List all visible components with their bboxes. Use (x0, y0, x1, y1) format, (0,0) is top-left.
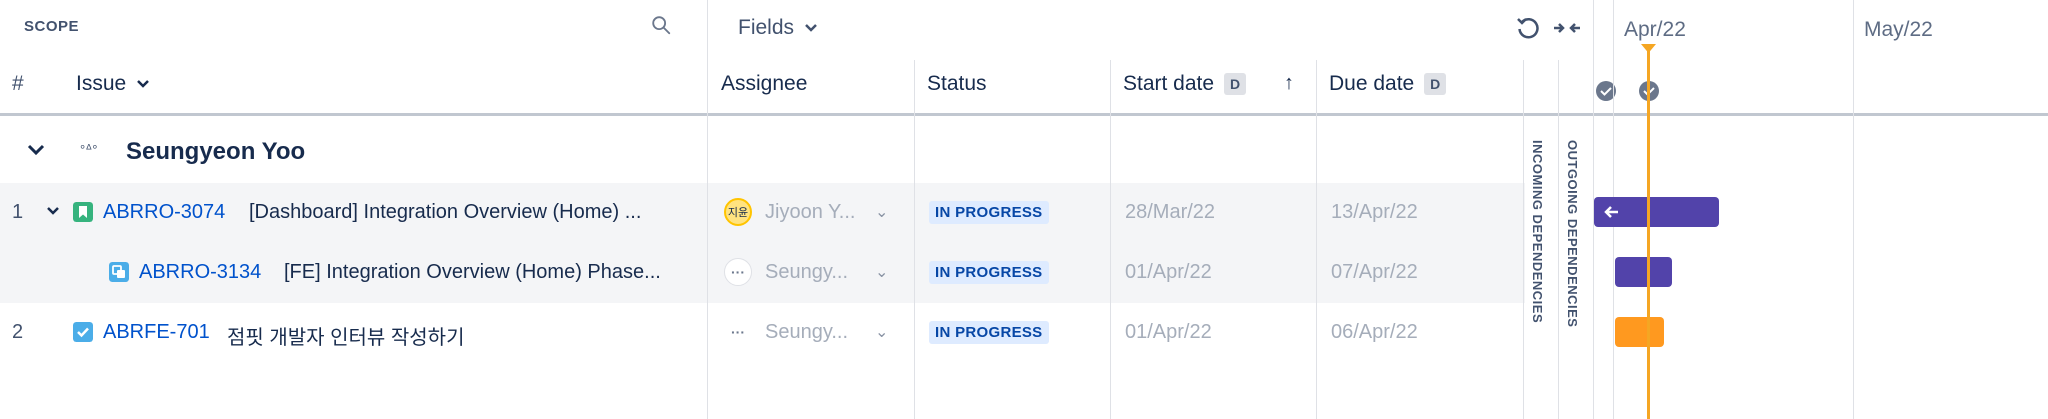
row-number: 1 (12, 201, 24, 223)
due-date-header-label: Due date (1329, 72, 1415, 95)
column-divider (914, 60, 915, 419)
subtask-type-icon (109, 262, 129, 282)
issue-key-link[interactable]: ABRRO-3074 (103, 201, 225, 224)
row-number: 2 (12, 321, 24, 343)
incoming-dependencies-label: INCOMING DEPENDENCIES (1530, 140, 1545, 324)
column-divider (1110, 60, 1111, 419)
start-date-column-header[interactable]: Start date D (1123, 72, 1247, 96)
column-divider (1523, 60, 1524, 419)
start-date-value[interactable]: 01/Apr/22 (1125, 321, 1212, 344)
scope-label: SCOPE (24, 18, 80, 35)
timeline-bar[interactable] (1615, 257, 1672, 287)
start-date-value[interactable]: 01/Apr/22 (1125, 261, 1212, 284)
assignee-avatar: 지윤 (724, 198, 752, 226)
row-number-header: # (12, 72, 24, 95)
start-date-value[interactable]: 28/Mar/22 (1125, 201, 1215, 224)
issue-summary[interactable]: [Dashboard] Integration Overview (Home) … (249, 201, 699, 224)
today-marker-icon (1641, 44, 1656, 53)
status-badge[interactable]: IN PROGRESS (929, 321, 1049, 344)
issue-key-link[interactable]: ABRFE-701 (103, 321, 210, 344)
issue-column-header[interactable]: Issue (76, 72, 150, 96)
story-type-icon (73, 202, 93, 222)
chevron-down-icon[interactable] (46, 205, 60, 217)
chevron-down-icon (805, 24, 817, 32)
status-header-label: Status (927, 72, 987, 95)
assignee-header-label: Assignee (721, 72, 808, 95)
date-badge: D (1224, 73, 1247, 95)
status-badge[interactable]: IN PROGRESS (929, 261, 1049, 284)
timeline-bar[interactable] (1615, 317, 1664, 347)
column-divider (707, 0, 708, 419)
column-divider (1558, 60, 1559, 419)
timeline-bar[interactable] (1594, 197, 1719, 227)
month-label-may: May/22 (1864, 18, 1933, 41)
month-label-apr: Apr/22 (1624, 18, 1686, 41)
issue-header-label: Issue (76, 72, 127, 95)
task-type-icon (73, 322, 93, 342)
search-icon[interactable] (650, 14, 672, 36)
refresh-icon[interactable] (1514, 14, 1542, 42)
header-divider (0, 113, 2048, 116)
chevron-down-icon[interactable] (26, 143, 46, 157)
assignee-name[interactable]: Seungy... (765, 321, 848, 344)
today-marker-line (1647, 46, 1650, 419)
timeline-divider (1853, 0, 1854, 419)
due-date-value[interactable]: 07/Apr/22 (1331, 261, 1418, 284)
date-badge: D (1424, 73, 1447, 95)
collapse-timeline-icon[interactable] (1552, 16, 1582, 40)
fields-button[interactable]: Fields (738, 16, 818, 40)
assignee-avatar: ··· (724, 318, 752, 346)
assignee-name[interactable]: Jiyoon Y... (765, 201, 855, 224)
due-date-column-header[interactable]: Due date D (1329, 72, 1447, 96)
status-column-header[interactable]: Status (927, 72, 987, 96)
assignee-avatar: ··· (724, 258, 752, 286)
assignee-name[interactable]: Seungy... (765, 261, 848, 284)
chevron-down-icon[interactable]: ⌄ (875, 202, 888, 222)
group-avatar: °ᐞ° (80, 142, 98, 157)
chevron-down-icon[interactable]: ⌄ (875, 262, 888, 282)
fields-label: Fields (738, 16, 795, 39)
column-divider (1316, 60, 1317, 419)
group-name: Seungyeon Yoo (126, 138, 306, 165)
chevron-down-icon[interactable]: ⌄ (875, 322, 888, 342)
start-date-header-label: Start date (1123, 72, 1215, 95)
assignee-column-header[interactable]: Assignee (721, 72, 807, 96)
row-highlight (0, 183, 1525, 243)
due-date-value[interactable]: 13/Apr/22 (1331, 201, 1418, 224)
chevron-down-icon (137, 80, 150, 88)
sort-ascending-icon[interactable]: ↑ (1284, 72, 1294, 95)
status-badge[interactable]: IN PROGRESS (929, 201, 1049, 224)
due-date-value[interactable]: 06/Apr/22 (1331, 321, 1418, 344)
issue-key-link[interactable]: ABRRO-3134 (139, 261, 261, 284)
outgoing-dependencies-label: OUTGOING DEPENDENCIES (1565, 140, 1580, 328)
issue-summary[interactable]: [FE] Integration Overview (Home) Phase..… (284, 261, 700, 284)
issue-summary[interactable]: 점핏 개발자 인터뷰 작성하기 (227, 321, 697, 350)
arrow-left-icon (1604, 206, 1618, 218)
